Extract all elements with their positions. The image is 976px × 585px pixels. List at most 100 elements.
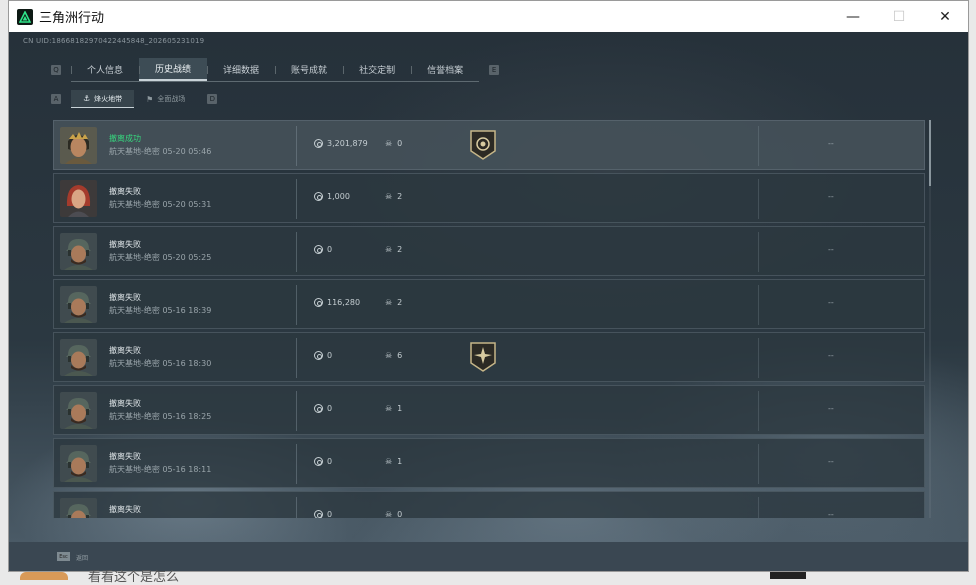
column-divider — [758, 232, 759, 272]
tab-4[interactable]: 账号成就 — [275, 58, 343, 81]
scrollbar-thumb[interactable] — [929, 120, 931, 186]
column-divider — [296, 444, 297, 484]
match-time: 05-20 05:31 — [162, 200, 212, 209]
operator-avatar — [60, 498, 97, 518]
kills-count: 0 — [397, 139, 403, 148]
game-window: 三角洲行动 — ☐ ✕ CN UID:18668182970422445848_… — [8, 0, 969, 572]
prev-tab-key[interactable]: Q — [51, 65, 61, 75]
map-and-time: 航天基地-绝密 05-16 18:30 — [109, 358, 211, 369]
coin-icon — [314, 298, 323, 307]
coin-icon — [314, 192, 323, 201]
tab-5[interactable]: 社交定制 — [343, 58, 411, 81]
column-divider — [296, 285, 297, 325]
operator-avatar — [60, 233, 97, 270]
coins-value: 0 — [314, 404, 332, 413]
desktop-dark-element — [770, 572, 806, 579]
close-button[interactable]: ✕ — [922, 1, 968, 32]
shield-badge-icon[interactable] — [469, 129, 497, 161]
skull-icon: ☠ — [385, 298, 393, 307]
map-and-time: 航天基地-绝密 05-16 18:39 — [109, 305, 211, 316]
match-record-row[interactable]: 撤离失败航天基地-绝密 05-16 18:050☠0-- — [53, 491, 925, 518]
match-time: 05-20 05:25 — [162, 253, 212, 262]
coins-value: 0 — [314, 510, 332, 518]
extra-value: -- — [828, 298, 834, 307]
match-record-row[interactable]: 撤离失败航天基地-绝密 05-20 05:31 1,000 ☠ 2 -- — [53, 173, 925, 223]
tab-1[interactable]: 个人信息 — [71, 58, 139, 81]
operator-avatar — [60, 445, 97, 482]
column-divider — [758, 126, 759, 166]
coins-value: 0 — [314, 245, 332, 254]
match-record-row[interactable]: 撤离失败 航天基地-绝密 05-16 18:11 0 ☠ 1 -- — [53, 438, 925, 488]
tab-3[interactable]: 详细数据 — [207, 58, 275, 81]
star-badge-icon[interactable] — [469, 341, 497, 373]
extraction-status: 撤离失败 — [109, 452, 141, 461]
kills-count: 2 — [397, 298, 403, 307]
operator-avatar — [60, 180, 97, 217]
skull-icon: ☠ — [385, 245, 393, 254]
title-bar[interactable]: 三角洲行动 — ☐ ✕ — [9, 1, 968, 32]
column-divider — [758, 391, 759, 431]
column-divider — [758, 179, 759, 219]
mode-tab-2[interactable]: ⚑ 全面战场 — [134, 90, 197, 108]
kills-count: 2 — [397, 192, 403, 201]
kills-value: ☠ 1 — [385, 457, 402, 466]
extra-value: -- — [828, 457, 834, 466]
extra-value: -- — [828, 245, 834, 254]
prev-mode-key[interactable]: A — [51, 94, 61, 104]
operator-avatar — [60, 286, 97, 323]
coins-value: 1,000 — [314, 192, 350, 201]
coins-value: 116,280 — [314, 298, 360, 307]
map-name: 航天基地-绝密 — [109, 200, 160, 209]
mode-tab-1[interactable]: ⚓ 烽火地带 — [71, 90, 135, 108]
skull-icon: ☠ — [385, 510, 393, 518]
maximize-button[interactable]: ☐ — [876, 1, 922, 32]
coins-amount: 0 — [327, 510, 333, 518]
coins-amount: 116,280 — [327, 298, 361, 307]
extra-value: -- — [828, 192, 834, 201]
column-divider — [758, 285, 759, 325]
coins-amount: 0 — [327, 404, 333, 413]
esc-key[interactable]: Esc — [57, 552, 70, 561]
match-record-row[interactable]: 撤离成功 航天基地-绝密 05-20 05:46 3,201,879 ☠ 0 -- — [53, 120, 925, 170]
extra-value: -- — [828, 404, 834, 413]
kills-value: ☠ 2 — [385, 245, 402, 254]
map-name: 航天基地-绝密 — [109, 147, 160, 156]
extraction-status: 撤离失败 — [109, 187, 141, 196]
extraction-status: 撤离成功 — [109, 134, 141, 143]
match-record-row[interactable]: 撤离失败航天基地-绝密 05-16 18:39 116,280 ☠ 2 -- — [53, 279, 925, 329]
match-time: 05-16 18:39 — [162, 306, 212, 315]
next-tab-key[interactable]: E — [489, 65, 500, 75]
coins-value: 3,201,879 — [314, 139, 368, 148]
tab-6[interactable]: 信誉档案 — [411, 58, 479, 81]
minimize-button[interactable]: — — [830, 1, 876, 32]
mode-tab-label: 烽火地带 — [94, 94, 123, 103]
extra-value: -- — [828, 351, 834, 360]
map-and-time: 航天基地-绝密 05-20 05:31 — [109, 199, 211, 210]
extraction-status: 撤离失败 — [109, 240, 141, 249]
column-divider — [758, 497, 759, 518]
skull-icon: ☠ — [385, 139, 393, 148]
tab-2[interactable]: 历史战绩 — [139, 58, 208, 81]
extraction-status: 撤离失败 — [109, 505, 141, 514]
match-record-row[interactable]: 撤离失败 航天基地-绝密 05-16 18:30 0 ☠ 6 -- — [53, 332, 925, 382]
match-record-row[interactable]: 撤离失败 航天基地-绝密 05-20 05:25 0 ☠ 2 -- — [53, 226, 925, 276]
match-time: 05-20 05:46 — [162, 147, 212, 156]
map-name: 航天基地-绝密 — [109, 306, 160, 315]
column-divider — [296, 497, 297, 518]
extraction-status: 撤离失败 — [109, 293, 141, 302]
game-content: CN UID:18668182970422445848_202605231019… — [9, 32, 968, 542]
match-record-row[interactable]: 撤离失败 航天基地-绝密 05-16 18:25 0 ☠ 1 -- — [53, 385, 925, 435]
main-tab-bar: Q 个人信息 历史战绩 详细数据 账号成就 社交定制 信誉档案 E — [51, 58, 500, 82]
column-divider — [758, 444, 759, 484]
kills-count: 1 — [397, 457, 403, 466]
operator-avatar — [60, 127, 97, 164]
match-time: 05-16 18:11 — [162, 465, 212, 474]
next-mode-key[interactable]: D — [207, 94, 218, 104]
list-scrollbar[interactable] — [929, 120, 931, 518]
skull-icon: ☠ — [385, 192, 393, 201]
kills-value: ☠ 0 — [385, 139, 402, 148]
mode-tab-bar: A ⚓ 烽火地带 ⚑ 全面战场 D — [51, 90, 218, 108]
back-label[interactable]: 返回 — [76, 553, 88, 562]
extra-value: -- — [828, 510, 834, 518]
kills-count: 1 — [397, 404, 403, 413]
